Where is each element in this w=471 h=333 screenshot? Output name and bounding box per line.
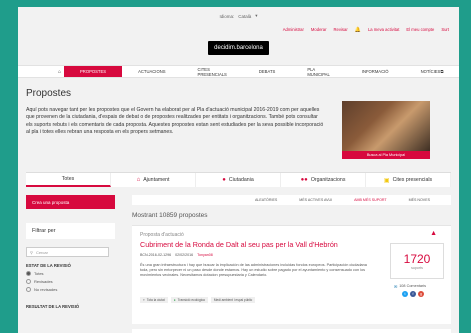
sort-random[interactable]: ALEATÒRIES (244, 198, 288, 202)
comments-link[interactable]: ✉ 108 Comentaris (394, 284, 426, 289)
nav-news[interactable]: NOTÍCIES ⧉ (405, 66, 459, 77)
leaf-icon: ● (173, 298, 176, 302)
search-placeholder: Cercar (35, 249, 48, 255)
tag-category-label: Transició ecològica (177, 298, 205, 302)
filter-title: Filtrar per (26, 223, 115, 239)
google-plus-icon[interactable]: g (418, 291, 424, 297)
tag-scope-label: Tota la ciutat (146, 298, 165, 302)
results-count: Mostrant 10859 propostes (132, 212, 208, 219)
tab-citizens[interactable]: ● Ciutadania (196, 173, 281, 187)
home-icon[interactable]: ⌂ (58, 69, 61, 75)
sort-most-active[interactable]: MÉS ACTIVES AVUI (288, 198, 343, 202)
nav-actions[interactable]: ACTUACIONS (122, 66, 181, 77)
radio-reviewed[interactable]: Revisades (26, 279, 115, 284)
share-buttons: t f g (402, 291, 424, 297)
radio-all-label: Totes (34, 271, 44, 276)
support-label: suports (411, 266, 423, 270)
review-status-title: ESTAT DE LA REVISIÓ (26, 263, 71, 268)
sort-most-supported[interactable]: AMB MÉS SUPORT (343, 198, 397, 202)
proposal-list: ALEATÒRIES MÉS ACTIVES AVUI AMB MÉS SUPO… (132, 195, 451, 333)
review-link[interactable]: Revisar (334, 27, 348, 32)
radio-not-reviewed[interactable]: No revisades (26, 287, 115, 292)
review-result-title: RESULTAT DE LA REVISIÓ (26, 304, 80, 309)
language-label: Idioma: (219, 13, 235, 19)
tab-all-label: Totes (61, 176, 75, 182)
my-account-link[interactable]: El meu compte (406, 27, 434, 32)
external-link-icon: ⧉ (440, 69, 444, 74)
nav-proposals[interactable]: PROPOSTES (64, 66, 123, 77)
city-hall-icon: ⌂ (136, 177, 141, 183)
logout-link[interactable]: Surt (441, 27, 449, 32)
calendar-icon: ▣ (383, 177, 390, 184)
tab-city-council-label: Ajuntament (143, 177, 170, 183)
browser-frame: Idioma: Català ▾ Administrar Moderar Rev… (18, 7, 459, 333)
proposal-kind: Proposta d'actuació (140, 232, 184, 238)
nav-meetings[interactable]: CITES PRESENCIALS (182, 66, 243, 77)
comments-count: 108 Comentaris (399, 284, 426, 288)
proposal-author[interactable]: Tonyan08 (197, 253, 213, 257)
tab-organizations-label: Organitzacions (310, 177, 346, 183)
page-title: Propostes (26, 88, 72, 99)
my-activity-link[interactable]: La meva activitat (368, 27, 399, 32)
plan-banner-caption[interactable]: Busca al Pla Municipal (342, 151, 430, 159)
tab-organizations[interactable]: ●● Organitzacions (281, 173, 366, 187)
comment-icon: ✉ (394, 285, 398, 289)
create-proposal-button[interactable]: Crea una proposta (26, 195, 115, 209)
nav-debates[interactable]: DEBATS (243, 66, 291, 77)
tab-meetings[interactable]: ▣ Cites presencials (366, 173, 451, 187)
proposal-date: 02/02/2016 (175, 253, 194, 257)
twitter-icon[interactable]: t (402, 291, 408, 297)
sort-newest[interactable]: MÉS NOVES (398, 198, 441, 202)
tab-citizens-label: Ciutadania (228, 177, 254, 183)
support-box[interactable]: 1720 suports (390, 243, 444, 279)
sort-bar: ALEATÒRIES MÉS ACTIVES AVUI AMB MÉS SUPO… (132, 195, 451, 205)
radio-reviewed-label: Revisades (34, 279, 53, 284)
radio-dot (26, 279, 31, 284)
search-input[interactable]: ⚲ Cercar (26, 247, 109, 257)
tag-subcategory[interactable]: Medi ambient i espai públic (210, 297, 256, 303)
tag-scope[interactable]: ⌖ Tota la ciutat (140, 297, 168, 303)
proposal-card: ▲ Proposta d'actuació (132, 329, 451, 333)
proposal-meta: BCN-2016-02-1296 02/02/2016 Tonyan08 (140, 253, 213, 257)
facebook-icon[interactable]: f (410, 291, 416, 297)
proposal-title[interactable]: Cubriment de la Ronda de Dalt al seu pas… (140, 240, 380, 250)
pin-icon: ⌖ (143, 298, 145, 302)
radio-dot (26, 287, 31, 292)
moderate-link[interactable]: Moderar (311, 27, 327, 32)
admin-link[interactable]: Administrar (283, 27, 304, 32)
person-icon: ● (222, 177, 226, 183)
proposal-body: És una gran infraestructura i hay que bu… (140, 263, 367, 278)
group-icon: ●● (300, 177, 308, 183)
author-type-icon: ▲ (430, 230, 437, 237)
tab-all[interactable]: Totes (26, 173, 111, 187)
proposal-code: BCN-2016-02-1296 (140, 253, 172, 257)
proposal-card: ▲ Proposta d'actuació Cubriment de la Ro… (132, 225, 451, 324)
page-intro: Aquí pots navegar tant per les propostes… (26, 107, 324, 136)
tab-meetings-label: Cites presencials (392, 177, 433, 183)
main-nav: ⌂ PROPOSTES ACTUACIONS CITES PRESENCIALS… (18, 65, 459, 78)
chevron-down-icon[interactable]: ▾ (255, 13, 257, 19)
bell-icon[interactable]: 🔔 (355, 27, 361, 33)
nav-information[interactable]: INFORMACIÓ (346, 66, 405, 77)
support-count: 1720 (403, 252, 431, 266)
radio-not-reviewed-label: No revisades (34, 287, 58, 292)
language-select[interactable]: Català (238, 14, 251, 19)
nav-municipal-plan[interactable]: PLA MUNICIPAL (291, 66, 345, 77)
tag-category[interactable]: ● Transició ecològica (170, 297, 208, 303)
language-bar: Idioma: Català ▾ (18, 7, 459, 25)
tab-city-council[interactable]: ⌂ Ajuntament (111, 173, 196, 187)
proposal-tags: ⌖ Tota la ciutat ● Transició ecològica Med… (140, 297, 256, 303)
radio-all[interactable]: Totes (26, 271, 115, 276)
search-icon: ⚲ (30, 249, 33, 255)
sidebar: Crea una proposta Filtrar per ⚲ Cercar E… (26, 195, 115, 309)
site-logo[interactable]: decidim.barcelona (208, 41, 269, 55)
user-bar: Administrar Moderar Revisar 🔔 La meva ac… (18, 25, 459, 34)
plan-banner-image[interactable]: Busca al Pla Municipal (342, 101, 430, 159)
radio-dot (26, 271, 31, 276)
proposal-tabs: Totes ⌂ Ajuntament ● Ciutadania ●● Organitz… (26, 172, 451, 187)
nav-news-label: NOTÍCIES (420, 69, 441, 74)
